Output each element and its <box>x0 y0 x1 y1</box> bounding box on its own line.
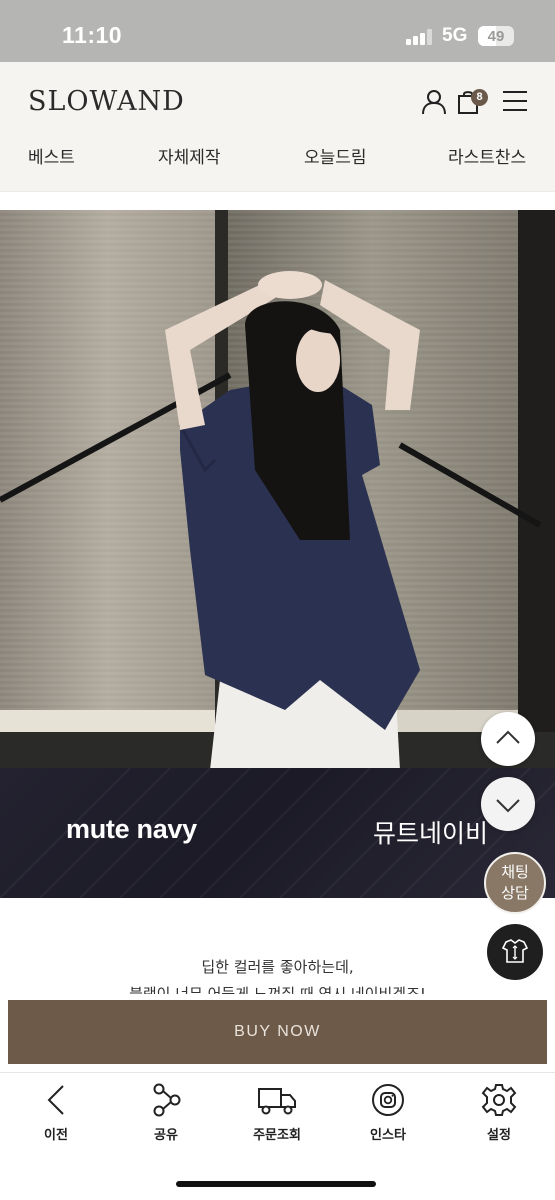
bottom-nav-label: 공유 <box>154 1128 178 1143</box>
truck-icon <box>258 1088 296 1115</box>
chevron-up-icon <box>496 730 520 744</box>
bottom-nav-settings[interactable]: 설정 <box>464 1080 534 1150</box>
banner-color-name-en: mute navy <box>66 814 197 844</box>
scroll-top-button[interactable] <box>481 712 535 766</box>
bottom-nav-order-lookup[interactable]: 주문조회 <box>242 1080 312 1150</box>
nav-item-last-chance[interactable]: 라스트찬스 <box>448 143 526 168</box>
banner-color-name-ko: 뮤트네이비 <box>373 819 489 848</box>
network-type: 5G <box>442 25 468 46</box>
battery-level-text: 49 <box>487 28 505 45</box>
nav-item-today-delivery[interactable]: 오늘드림 <box>304 143 367 168</box>
chevron-left-icon <box>47 1085 64 1115</box>
product-hero-image <box>0 210 555 770</box>
buy-now-button[interactable]: BUY NOW <box>8 1000 547 1064</box>
shirt-size-icon <box>501 939 529 963</box>
signal-icon <box>406 29 432 45</box>
bottom-nav-instagram[interactable]: 인스타 <box>353 1080 423 1150</box>
gear-icon <box>481 1084 517 1116</box>
user-icon[interactable] <box>421 89 447 115</box>
chat-label-line-2: 상담 <box>501 884 529 902</box>
nav-item-best[interactable]: 베스트 <box>28 143 75 168</box>
model-photo <box>0 210 555 770</box>
hamburger-menu-icon[interactable] <box>502 90 528 112</box>
nav-item-own-made[interactable]: 자체제작 <box>158 143 221 168</box>
size-guide-button[interactable] <box>487 924 543 980</box>
logo[interactable]: SLOWAND <box>28 86 185 117</box>
site-header: SLOWAND 베스트 자체제작 오늘드림 라스트찬스 <box>0 62 555 192</box>
bottom-nav-label: 설정 <box>487 1128 511 1143</box>
bottom-nav-share[interactable]: 공유 <box>131 1080 201 1150</box>
chat-label-line-1: 채팅 <box>501 863 529 881</box>
bottom-nav-label: 인스타 <box>370 1128 406 1143</box>
status-bar: 11:10 5G 49 <box>0 0 555 62</box>
share-icon <box>153 1083 181 1117</box>
instagram-icon <box>372 1084 404 1116</box>
status-time: 11:10 <box>62 22 123 48</box>
chat-consult-button[interactable]: 채팅 상담 <box>484 852 546 914</box>
bottom-nav-back[interactable]: 이전 <box>21 1080 91 1150</box>
scroll-bottom-button[interactable] <box>481 777 535 831</box>
battery-icon: 49 <box>478 26 514 46</box>
bottom-nav-label: 주문조회 <box>253 1128 301 1143</box>
cart-count-badge: 8 <box>471 89 488 106</box>
home-indicator[interactable] <box>176 1181 376 1187</box>
description-line-1: 딥한 컬러를 좋아하는데, <box>201 958 354 976</box>
chevron-down-icon <box>496 799 520 813</box>
bottom-nav-label: 이전 <box>44 1128 68 1143</box>
